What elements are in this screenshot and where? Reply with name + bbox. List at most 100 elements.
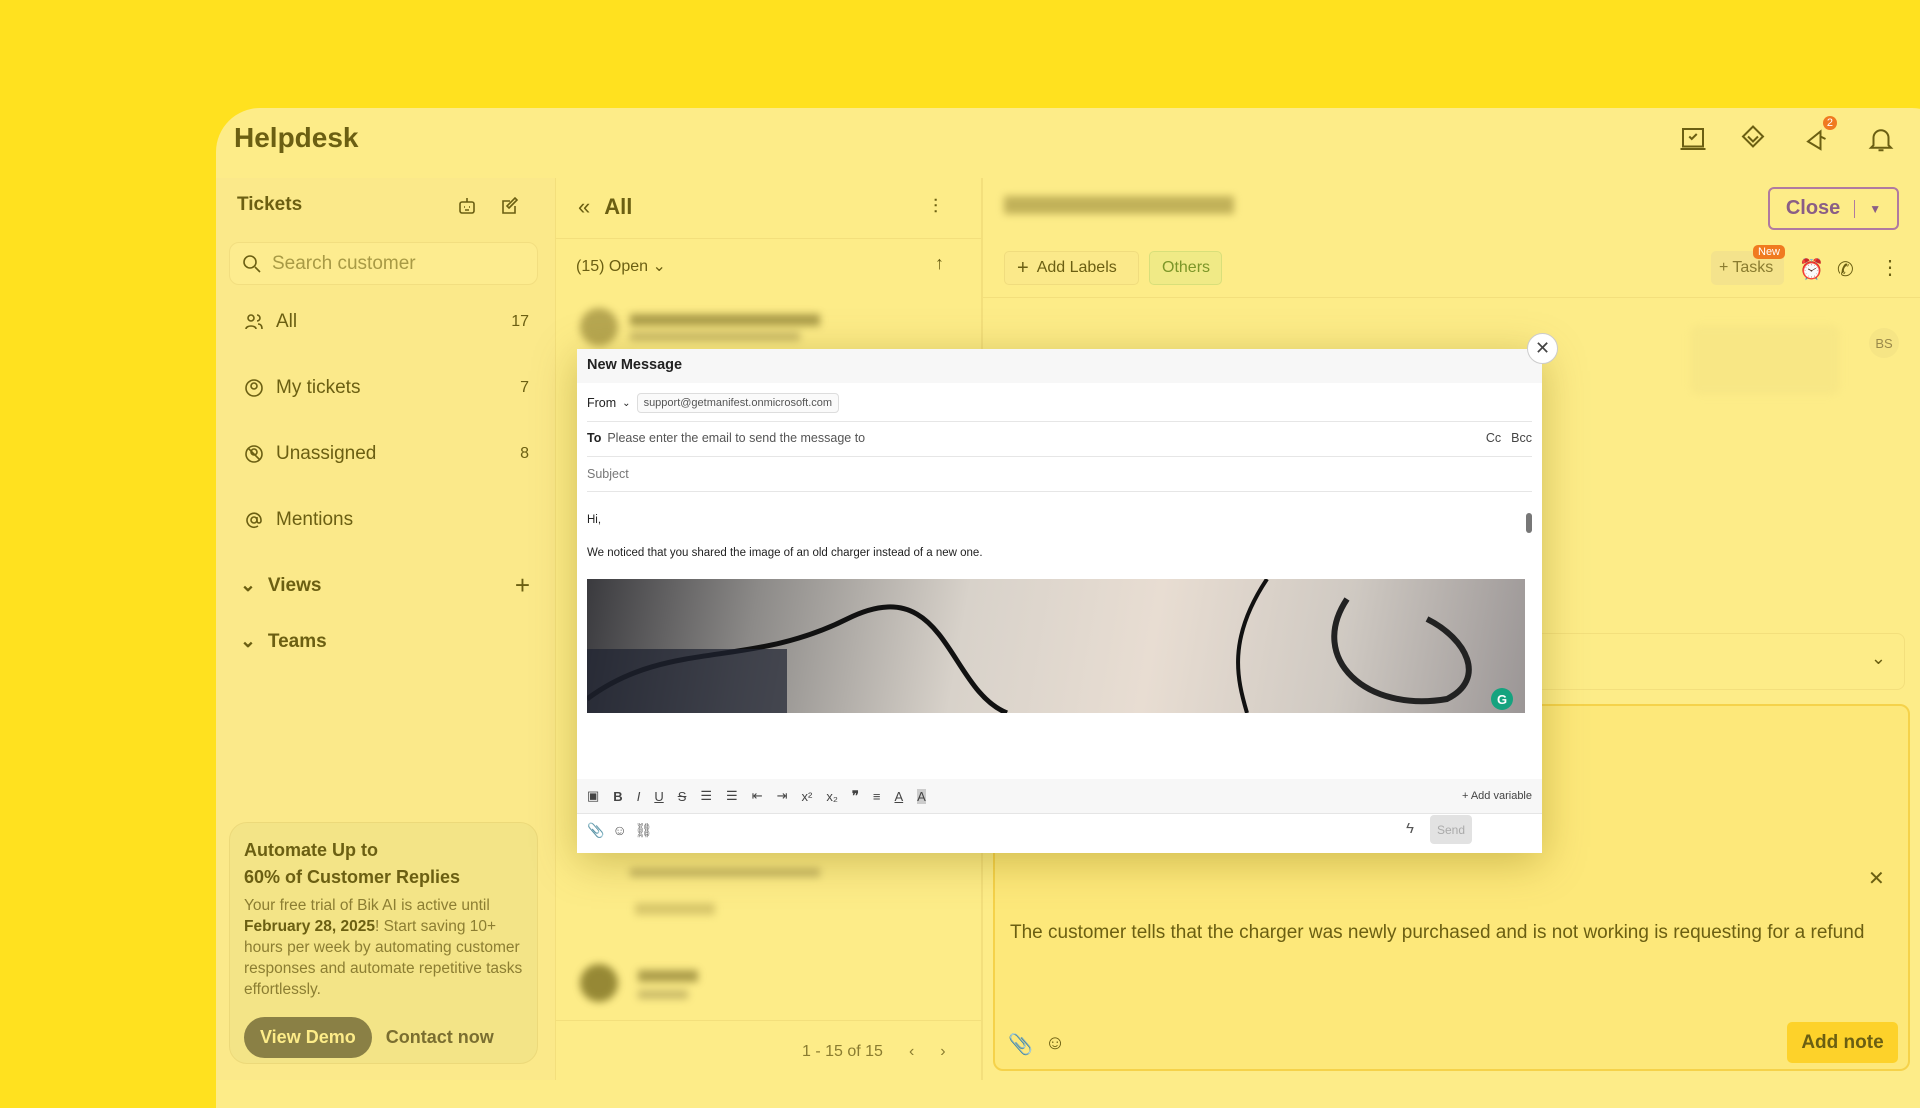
to-label: To [587, 431, 602, 445]
outdent-icon[interactable]: ⇤ [752, 788, 763, 804]
user-unassigned-icon [245, 445, 263, 463]
add-view-icon[interactable]: + [515, 570, 530, 601]
divider [1854, 199, 1856, 218]
superscript-icon[interactable]: x² [802, 789, 813, 804]
nav-count: 8 [520, 445, 529, 462]
label-chip-others[interactable]: Others [1149, 251, 1222, 285]
body-greeting[interactable]: Hi, [587, 511, 1532, 529]
emoji-icon[interactable]: ☺ [612, 822, 626, 839]
emoji-icon[interactable]: ☺ [1045, 1032, 1065, 1057]
bot-icon[interactable] [457, 196, 477, 216]
send-button[interactable]: Send [1430, 815, 1472, 844]
ordered-list-icon[interactable]: ☰ [700, 788, 712, 804]
blockquote-icon[interactable]: ❞ [852, 788, 859, 804]
tickets-header: Tickets [237, 194, 303, 215]
strikethrough-icon[interactable]: S [678, 789, 687, 804]
teams-section[interactable]: ⌄ Teams [240, 630, 530, 653]
link-icon[interactable]: ⛓ [635, 822, 653, 839]
announcements-icon[interactable]: 2 [1801, 116, 1837, 156]
bold-icon[interactable]: B [613, 789, 622, 804]
note-text[interactable]: The customer tells that the charger was … [1010, 919, 1880, 946]
collapse-icon[interactable]: « [578, 194, 590, 220]
contact-now-button[interactable]: Contact now [386, 1027, 494, 1048]
views-label: Views [267, 574, 322, 596]
subject-input[interactable]: Subject [587, 463, 1532, 485]
sidebar-item-all[interactable]: All 17 [244, 304, 529, 340]
body-text[interactable]: We noticed that you shared the image of … [587, 544, 1532, 562]
plus-icon: + [1017, 256, 1029, 279]
list-title: All [604, 194, 633, 219]
status-filter-dropdown[interactable]: (15) Open ⌄ [576, 256, 666, 276]
attachment-icon[interactable]: 📎 [587, 822, 604, 839]
phone-icon[interactable]: ✆ [1837, 257, 1854, 282]
caret-down-icon[interactable]: ▼ [1869, 202, 1881, 216]
divider [587, 491, 1532, 492]
grammarly-icon[interactable]: G [1491, 688, 1513, 710]
divider [587, 421, 1532, 422]
filter-settings-icon[interactable]: ⫶ [933, 196, 938, 219]
sidebar-item-unassigned[interactable]: Unassigned 8 [244, 436, 529, 472]
editor-scrollbar[interactable] [1526, 513, 1532, 533]
promo-body-pre: Your free trial of Bik AI is active unti… [244, 897, 490, 914]
from-dropdown-icon[interactable]: ⌄ [622, 398, 630, 409]
nav-label: My tickets [276, 377, 361, 398]
compose-actions: 📎 ☺ ⛓ [587, 822, 653, 839]
underline-icon[interactable]: U [654, 789, 663, 804]
add-labels-label: Add Labels [1036, 259, 1117, 276]
prev-page-icon[interactable]: ‹ [909, 1043, 914, 1061]
sidebar-item-my-tickets[interactable]: My tickets 7 [244, 370, 529, 406]
text-color-icon[interactable]: A [894, 789, 903, 804]
ticket-list-item[interactable] [580, 308, 950, 348]
add-labels-button[interactable]: + Add Labels [1004, 251, 1139, 285]
italic-icon[interactable]: I [637, 789, 641, 804]
search-icon [243, 254, 261, 273]
pagination-label: 1 - 15 of 15 [802, 1043, 883, 1060]
promo-date: February 28, 2025 [244, 918, 375, 935]
bell-icon[interactable] [1864, 122, 1898, 156]
to-row[interactable]: To Please enter the email to send the mes… [587, 427, 1532, 449]
cc-button[interactable]: Cc [1486, 431, 1501, 445]
indent-icon[interactable]: ⇥ [777, 788, 788, 804]
insert-image-icon[interactable]: ▣ [587, 788, 599, 804]
integrations-icon[interactable] [1736, 122, 1770, 156]
ticket-title-blurred [1004, 196, 1234, 214]
highlight-color-icon[interactable]: A [917, 788, 926, 804]
divider [982, 297, 1920, 298]
to-input[interactable]: Please enter the email to send the messa… [607, 431, 865, 445]
teams-label: Teams [267, 630, 327, 652]
compose-icon[interactable] [500, 196, 520, 216]
close-ticket-button[interactable]: Close ▼ [1768, 187, 1899, 230]
bcc-button[interactable]: Bcc [1511, 431, 1532, 445]
app-title: Helpdesk [234, 122, 359, 153]
promo-body: Your free trial of Bik AI is active unti… [244, 895, 523, 1000]
list-header: « All [578, 194, 632, 220]
chevron-down-icon[interactable]: ⌄ [1871, 648, 1886, 669]
align-icon[interactable]: ≡ [873, 789, 881, 804]
add-variable-button[interactable]: + Add variable [1462, 790, 1532, 802]
promo-title-1: Automate Up to [244, 840, 378, 860]
close-modal-icon[interactable]: ✕ [1527, 333, 1558, 364]
more-options-icon[interactable]: ⋮ [1880, 255, 1900, 280]
view-demo-button[interactable]: View Demo [244, 1017, 372, 1058]
quick-reply-icon[interactable]: ϟ [1406, 820, 1414, 837]
close-note-icon[interactable]: ✕ [1868, 866, 1885, 891]
views-section[interactable]: ⌄ Views + [240, 570, 530, 601]
charger-image[interactable]: G [587, 579, 1525, 713]
subscript-icon[interactable]: x₂ [826, 789, 838, 804]
avatar: BS [1869, 328, 1899, 358]
close-label: Close [1785, 197, 1841, 219]
ticket-list-item[interactable] [580, 964, 950, 1014]
sort-arrow-icon[interactable]: ↑ [935, 253, 944, 274]
attachment-icon[interactable]: 📎 [1008, 1032, 1033, 1057]
promo-title-2: 60% of Customer Replies [244, 867, 461, 887]
bullet-list-icon[interactable]: ☰ [726, 788, 738, 804]
alarm-icon[interactable]: ⏰ [1799, 257, 1824, 282]
sidebar-item-mentions[interactable]: Mentions [244, 502, 529, 538]
verified-device-icon[interactable] [1676, 122, 1710, 156]
next-page-icon[interactable]: › [940, 1043, 945, 1061]
from-address[interactable]: support@getmanifest.onmicrosoft.com [636, 393, 840, 413]
formatting-toolbar: ▣ B I U S ☰ ☰ ⇤ ⇥ x² x₂ ❞ ≡ A A + Add va… [577, 779, 1542, 814]
add-note-button[interactable]: Add note [1787, 1022, 1898, 1063]
search-input[interactable]: Search customer [229, 242, 538, 285]
divider [555, 238, 982, 239]
